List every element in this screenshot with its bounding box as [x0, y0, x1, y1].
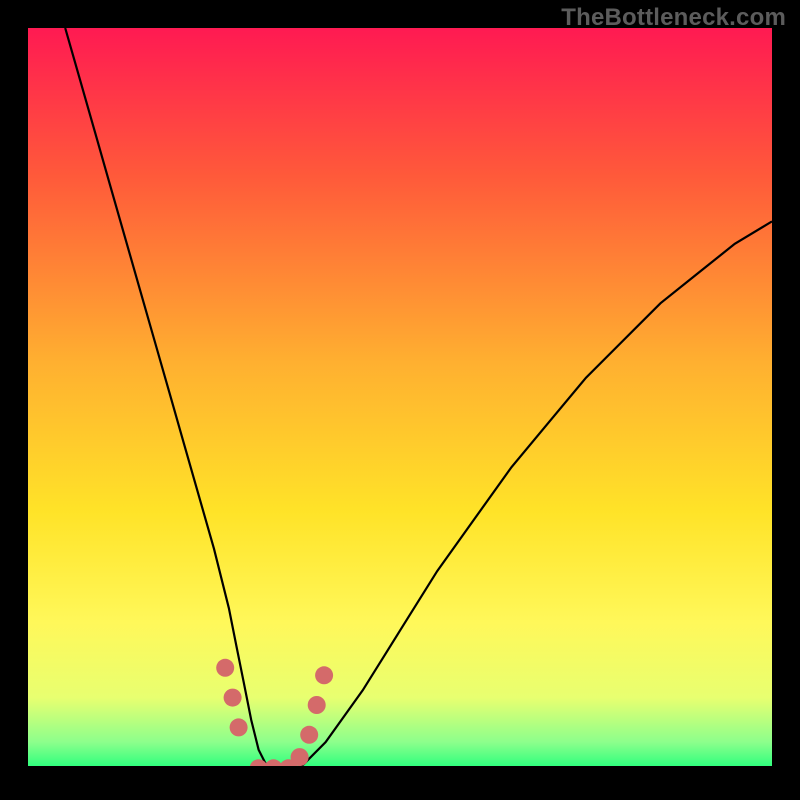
highlight-marker [300, 726, 318, 744]
plot-area [28, 28, 772, 772]
chart-frame: TheBottleneck.com [0, 0, 800, 800]
highlight-marker [230, 718, 248, 736]
highlight-marker [308, 696, 326, 714]
highlight-marker [291, 748, 309, 766]
watermark-text: TheBottleneck.com [561, 4, 786, 32]
chart-svg [28, 28, 772, 772]
highlight-marker [315, 666, 333, 684]
gradient-background [28, 28, 772, 772]
highlight-marker [216, 659, 234, 677]
highlight-marker [224, 689, 242, 707]
baseline-mask [28, 766, 772, 772]
